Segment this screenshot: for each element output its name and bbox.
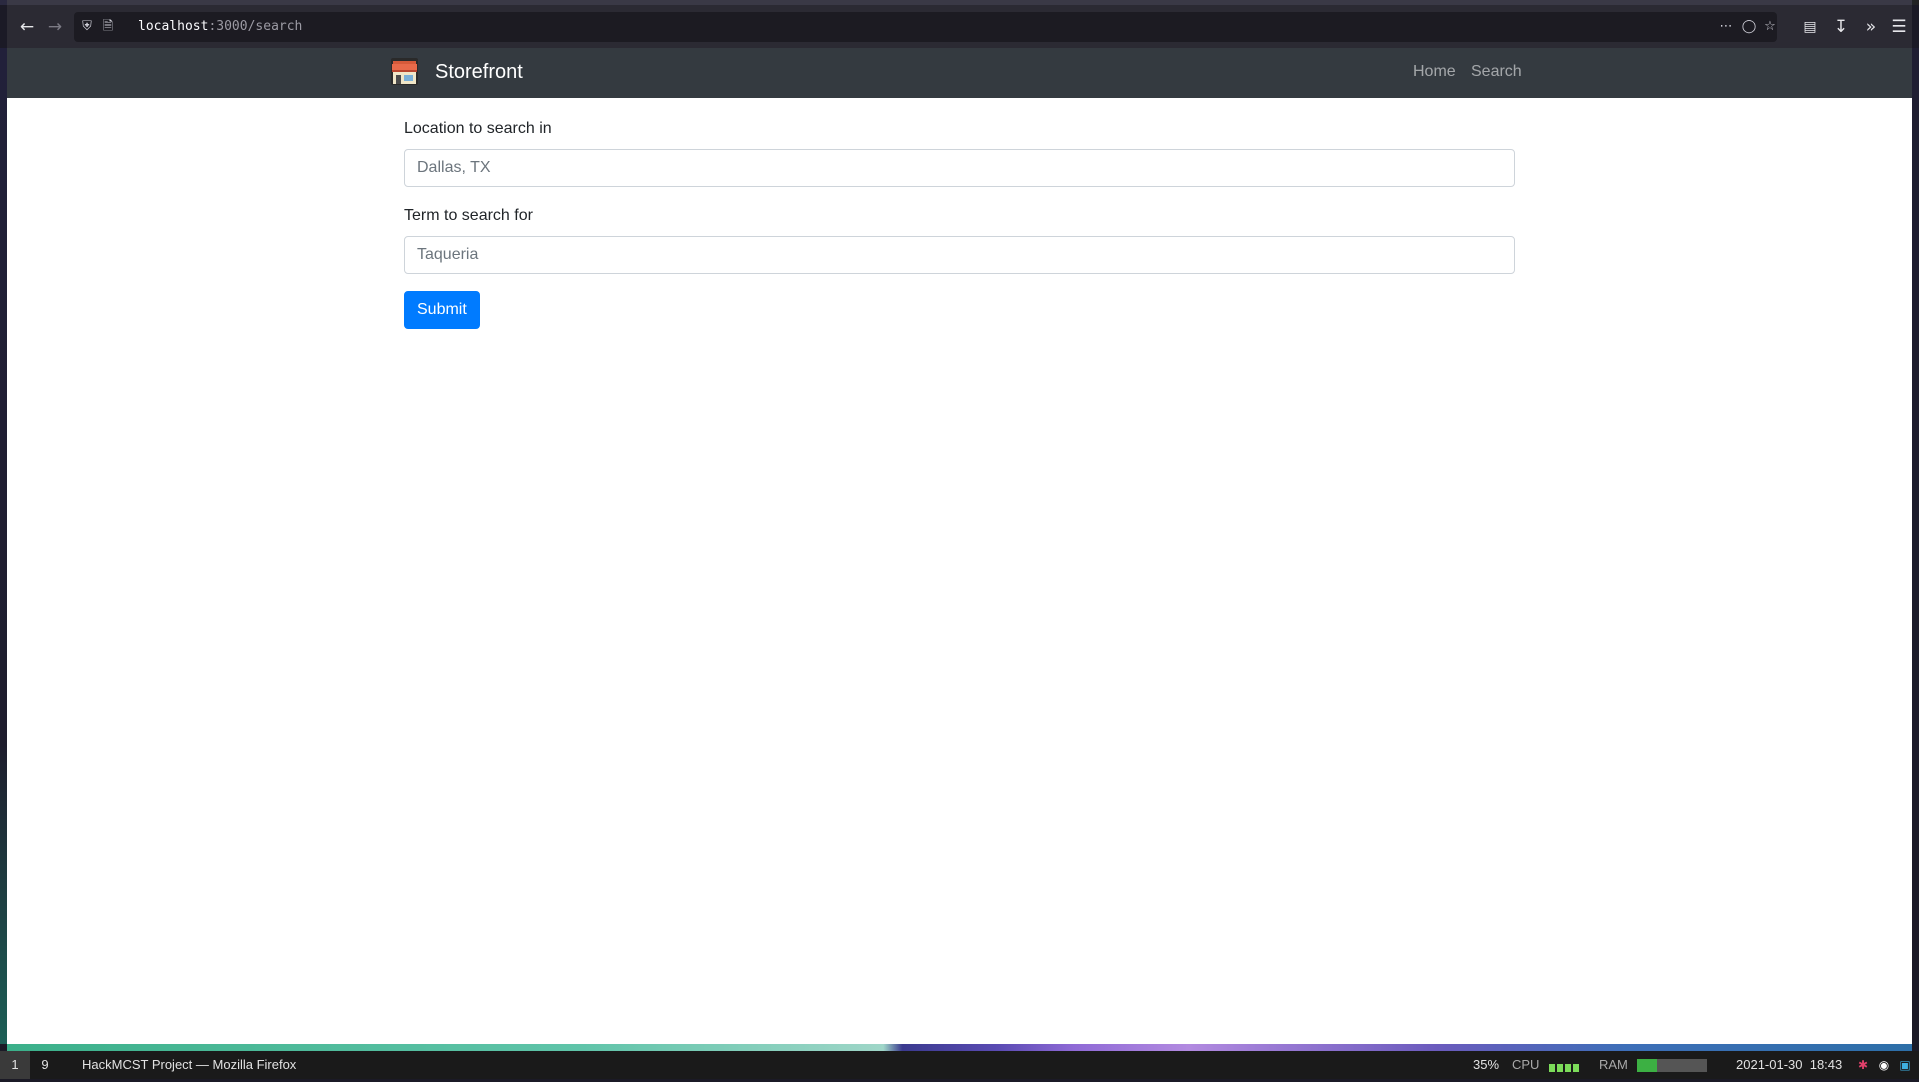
- desktop-edge-left: [0, 48, 7, 1044]
- library-icon[interactable]: ▤: [1797, 14, 1823, 40]
- discord-icon[interactable]: ◉: [1876, 1057, 1892, 1073]
- nav-link-search[interactable]: Search: [1471, 60, 1522, 84]
- navbar: Storefront Home Search: [7, 48, 1912, 98]
- hamburger-menu-icon[interactable]: ☰: [1886, 14, 1912, 40]
- brand-name[interactable]: Storefront: [435, 58, 523, 86]
- nav-link-home[interactable]: Home: [1413, 60, 1456, 84]
- workspace-9[interactable]: 9: [30, 1051, 60, 1079]
- term-label: Term to search for: [404, 207, 533, 224]
- window-title[interactable]: HackMCST Project — Mozilla Firefox: [82, 1051, 296, 1079]
- cpu-percent: 35%: [1473, 1057, 1500, 1072]
- chevron-double-right-icon[interactable]: »: [1858, 14, 1884, 40]
- pocket-icon[interactable]: ◯: [1739, 17, 1759, 37]
- desktop-edge-right: [1912, 48, 1919, 1044]
- storefront-logo-icon[interactable]: [390, 57, 419, 86]
- arrow-right-icon[interactable]: →: [42, 14, 68, 40]
- more-horizontal-icon[interactable]: ⋯: [1716, 17, 1736, 37]
- cpu-graph: [1549, 1054, 1581, 1082]
- star-icon[interactable]: ☆: [1760, 17, 1780, 37]
- taskbar: 1 9 HackMCST Project — Mozilla Firefox 3…: [0, 1051, 1919, 1079]
- page-viewport: Storefront Home Search Location to searc…: [7, 48, 1912, 1044]
- url-host: localhost: [138, 19, 209, 34]
- desktop-accent-strip: [7, 1044, 1912, 1051]
- ram-graph: [1637, 1059, 1707, 1072]
- page-icon[interactable]: 🗎: [98, 17, 118, 37]
- submit-button[interactable]: Submit: [404, 291, 480, 329]
- url-text[interactable]: localhost:3000/search: [138, 19, 302, 34]
- workspace-1[interactable]: 1: [0, 1051, 30, 1079]
- cpu-label: CPU: [1512, 1057, 1540, 1072]
- location-label: Location to search in: [404, 120, 552, 137]
- download-icon[interactable]: ↧: [1828, 14, 1854, 40]
- datetime[interactable]: 2021-01-30 18:43: [1736, 1051, 1842, 1079]
- slack-icon[interactable]: ✱: [1855, 1057, 1871, 1073]
- shield-icon[interactable]: ⛨: [77, 17, 97, 37]
- ram-label: RAM: [1599, 1057, 1628, 1072]
- browser-toolbar: ← → ⛨ 🗎 localhost:3000/search ⋯ ◯ ☆ ▤ ↧ …: [7, 0, 1912, 48]
- location-input[interactable]: [404, 149, 1515, 187]
- arrow-left-icon[interactable]: ←: [14, 14, 40, 40]
- url-path: :3000/search: [208, 19, 303, 34]
- term-input[interactable]: [404, 236, 1515, 274]
- search-form: Location to search in Term to search for…: [404, 117, 1515, 329]
- url-bar[interactable]: ⛨ 🗎 localhost:3000/search ⋯ ◯ ☆: [74, 12, 1777, 42]
- ram-fill: [1637, 1059, 1657, 1072]
- display-icon[interactable]: ▣: [1897, 1057, 1913, 1073]
